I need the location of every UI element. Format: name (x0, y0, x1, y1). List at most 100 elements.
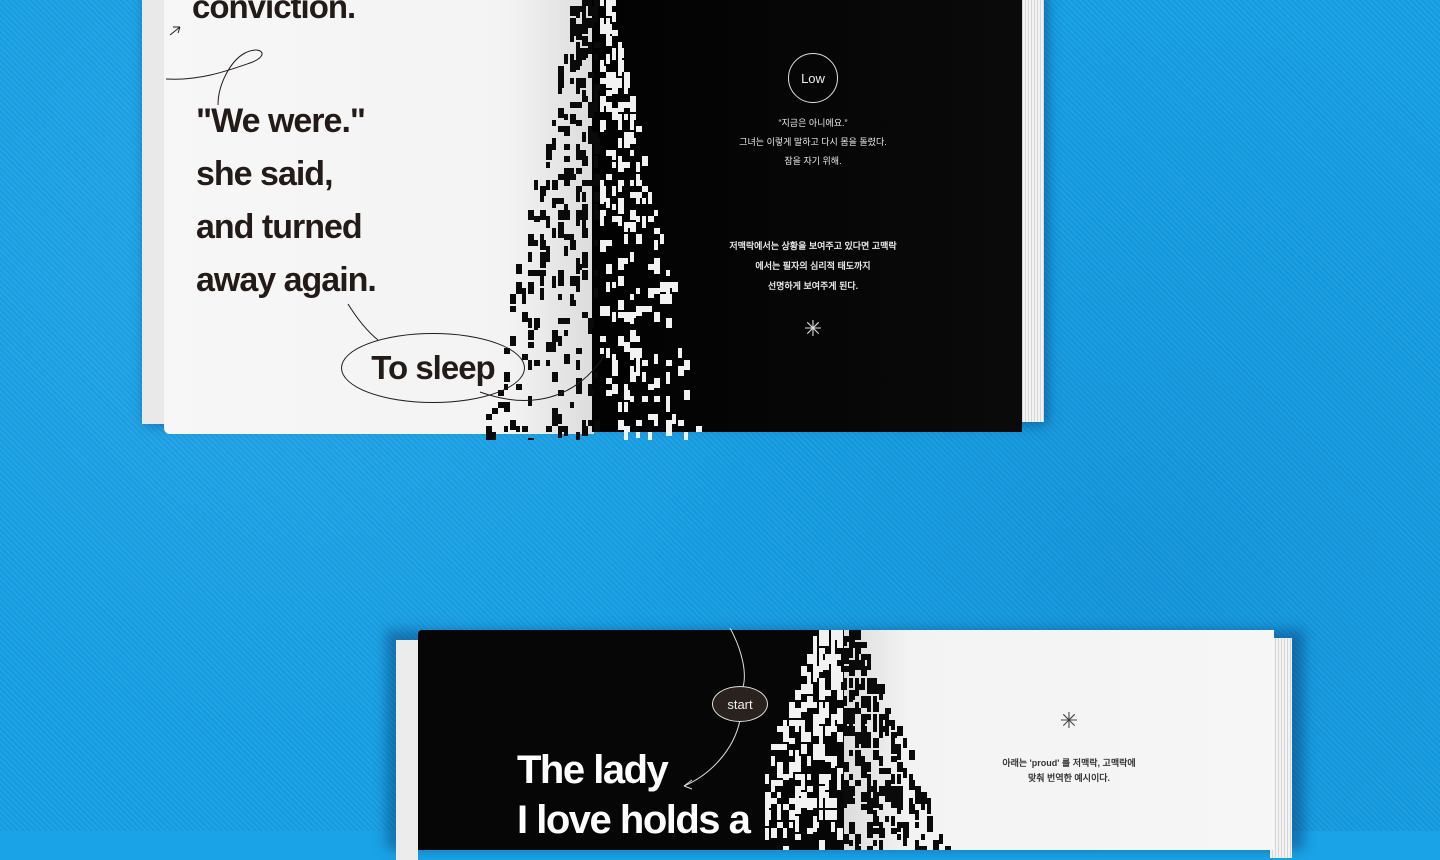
dissolve-pixel (582, 24, 588, 34)
dissolve-pixel (618, 60, 624, 66)
dissolve-pixel (654, 396, 660, 402)
dissolve-pixel (624, 138, 630, 148)
dissolve-pixel (813, 642, 817, 652)
dissolve-pixel (558, 210, 564, 220)
dissolve-pixel (636, 288, 640, 294)
dissolve-pixel (582, 222, 586, 228)
dissolve-pixel (861, 804, 867, 810)
dissolve-pixel (588, 102, 594, 108)
dissolve-pixel (915, 798, 921, 804)
dissolve-pixel (819, 738, 823, 748)
korean-note-line-3: 선명하게 보여주게 된다. (767, 281, 859, 291)
dissolve-pixel (642, 216, 646, 222)
dissolve-pixel (570, 18, 574, 28)
dissolve-pixel (819, 750, 825, 756)
dissolve-pixel (837, 666, 841, 672)
dissolve-pixel (576, 168, 582, 174)
dissolve-pixel (885, 816, 889, 822)
dissolve-pixel (813, 822, 819, 828)
dissolve-pixel (666, 318, 672, 328)
dissolve-pixel (891, 756, 897, 762)
dissolve-pixel (885, 714, 889, 720)
dissolve-pixel (630, 114, 636, 120)
dissolve-pixel (594, 426, 600, 432)
dissolve-pixel (660, 234, 664, 244)
dissolve-pixel (540, 210, 544, 220)
dissolve-pixel (897, 792, 903, 798)
dissolve-pixel (945, 846, 951, 850)
dissolve-pixel (831, 798, 837, 808)
dissolve-pixel (867, 654, 871, 660)
dissolve-pixel (546, 246, 550, 252)
dissolve-pixel (576, 42, 580, 48)
dissolve-pixel (546, 162, 550, 168)
dissolve-pixel (570, 78, 574, 84)
dissolve-pixel (582, 180, 588, 186)
dissolve-pixel (552, 198, 556, 208)
dissolve-pixel (825, 636, 829, 646)
dissolve-pixel (831, 810, 837, 820)
dissolve-pixel (897, 762, 903, 768)
dissolve-pixel (558, 108, 564, 118)
dissolve-pixel (558, 270, 564, 276)
dissolve-pixel (576, 6, 582, 12)
dissolve-pixel (666, 378, 670, 384)
dissolve-pixel (684, 390, 690, 400)
dissolve-pixel (789, 810, 795, 820)
dissolve-pixel (648, 306, 652, 312)
dissolve-pixel (552, 144, 556, 150)
dissolve-pixel (684, 360, 690, 370)
dissolve-pixel (594, 240, 598, 246)
book-cover-edge-left (396, 640, 418, 860)
dissolve-pixel (558, 426, 564, 432)
dissolve-pixel (819, 840, 823, 850)
dissolve-pixel (594, 0, 598, 6)
dissolve-pixel (837, 768, 843, 774)
dissolve-pixel (624, 78, 628, 84)
dissolve-pixel (849, 630, 853, 636)
dissolve-pixel (678, 420, 684, 426)
dissolve-pixel (795, 750, 799, 756)
dissolve-pixel (654, 312, 660, 322)
dissolve-pixel (636, 180, 642, 186)
heading-line-1: The lady (517, 748, 669, 792)
dissolve-pixel (576, 84, 580, 94)
dissolve-pixel (897, 804, 901, 814)
dissolve-pixel (885, 708, 891, 714)
dissolve-pixel (849, 840, 853, 846)
dissolve-pixel (558, 198, 564, 204)
dissolve-pixel (867, 846, 873, 850)
dissolve-pixel (873, 840, 877, 846)
dissolve-pixel (624, 432, 628, 440)
badge-low: Low (788, 53, 838, 103)
dissolve-pixel (855, 642, 859, 652)
dissolve-pixel (765, 810, 771, 820)
dissolve-pixel (903, 828, 909, 838)
dissolve-pixel (909, 798, 913, 804)
dissolve-pixel (891, 816, 895, 826)
dissolve-pixel (612, 216, 618, 222)
dissolve-pixel (606, 240, 612, 246)
dissolve-pixel (849, 726, 853, 736)
dissolve-pixel (570, 6, 576, 16)
dissolve-pixel (618, 120, 622, 130)
dissolve-pixel (564, 204, 568, 210)
dissolve-pixel (636, 126, 642, 132)
dissolve-pixel (516, 282, 522, 288)
dissolve-pixel (897, 774, 901, 784)
dissolve-pixel (927, 816, 933, 826)
dissolve-pixel (630, 180, 634, 186)
dissolve-pixel (909, 804, 915, 814)
dissolve-pixel (582, 0, 586, 6)
dissolve-pixel (825, 780, 829, 790)
dissolve-pixel (885, 786, 891, 792)
dissolve-pixel (570, 36, 574, 42)
dissolve-pixel (606, 0, 612, 6)
dissolve-pixel (612, 108, 618, 114)
dissolve-pixel (588, 108, 594, 118)
dissolve-pixel (618, 138, 622, 148)
dissolve-pixel (630, 102, 636, 112)
dissolve-pixel (630, 138, 636, 144)
dissolve-pixel (576, 12, 580, 18)
dissolve-pixel (819, 714, 825, 724)
